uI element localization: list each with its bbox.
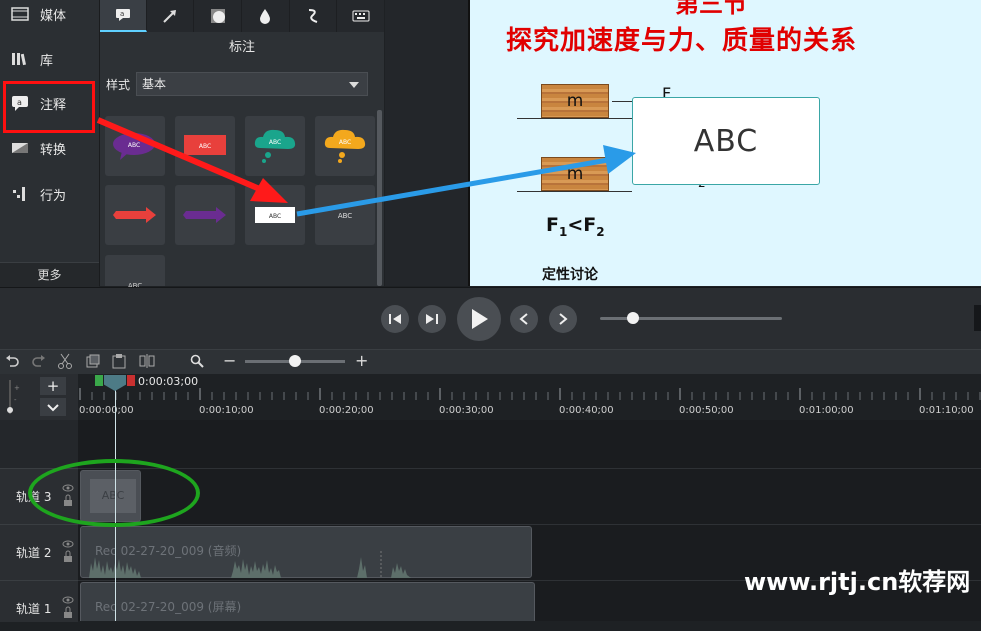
zoom-in-button[interactable]: +	[355, 351, 368, 370]
blue-arrow	[296, 157, 609, 217]
track-row-3[interactable]	[78, 468, 981, 525]
track-header-2[interactable]: 轨道 2	[0, 524, 78, 581]
add-track-button[interactable]: +	[40, 377, 66, 395]
tick-label: 0:01:10;00	[919, 405, 974, 416]
panel-edge	[974, 305, 981, 331]
zoom-search-icon	[190, 354, 204, 368]
step-forward-icon	[426, 314, 438, 324]
zoom-slider-handle[interactable]	[289, 355, 301, 367]
screen-clip[interactable]: Rec 02-27-20_009 (屏幕)	[80, 582, 535, 621]
copy-icon[interactable]	[86, 354, 100, 368]
track-header-1[interactable]: 轨道 1	[0, 580, 78, 622]
previous-marker-button[interactable]	[510, 305, 538, 333]
chevron-right-icon	[559, 313, 568, 325]
zoom-out-button[interactable]: −	[223, 351, 236, 370]
empty-track-header	[0, 420, 78, 468]
eye-lock-icon[interactable]	[62, 595, 74, 621]
timeline-controls: + - +	[0, 374, 78, 420]
tick-label: 0:01:00;00	[799, 405, 854, 416]
red-arrow	[96, 117, 264, 193]
tick-label: 0:00:00;00	[79, 405, 134, 416]
track-name: 轨道 1	[16, 602, 52, 616]
eye-lock-icon[interactable]	[62, 539, 74, 565]
track-name: 轨道 2	[16, 546, 52, 560]
watermark: www.rjtj.cn软荐网	[744, 568, 971, 596]
selection-start-handle[interactable]	[95, 375, 103, 386]
tick-label: 0:00:10;00	[199, 405, 254, 416]
highlight-ellipse	[28, 459, 200, 527]
tick-label: 0:00:40;00	[559, 405, 614, 416]
current-time: 0:00:03;00	[138, 375, 199, 388]
playback-scrubber-handle[interactable]	[627, 312, 639, 324]
tick-label: 0:00:20;00	[319, 405, 374, 416]
svg-text:+: +	[14, 384, 20, 392]
chevron-left-icon	[519, 313, 528, 325]
cut-icon[interactable]	[58, 353, 72, 369]
track-height-icon[interactable]: +-	[6, 380, 20, 414]
next-marker-button[interactable]	[549, 305, 577, 333]
audio-waveform	[89, 551, 411, 578]
collapse-tracks-button[interactable]	[40, 398, 66, 416]
svg-text:-: -	[14, 396, 17, 404]
tick-label: 0:00:50;00	[679, 405, 734, 416]
undo-icon[interactable]	[5, 354, 19, 368]
paste-icon[interactable]	[112, 353, 126, 369]
split-icon[interactable]	[139, 354, 155, 368]
redo-icon[interactable]	[32, 354, 46, 368]
clip-label: Rec 02-27-20_009 (屏幕)	[95, 600, 242, 614]
blue-arrow-head	[603, 145, 636, 174]
tick-label: 0:00:30;00	[439, 405, 494, 416]
step-back-icon	[389, 314, 401, 324]
play-button[interactable]	[457, 297, 501, 341]
audio-clip[interactable]: Rec 02-27-20_009 (音频)	[80, 526, 532, 578]
step-forward-button[interactable]	[418, 305, 446, 333]
step-back-button[interactable]	[381, 305, 409, 333]
play-icon	[472, 309, 488, 329]
selection-end-handle[interactable]	[127, 375, 135, 386]
chevron-down-icon	[47, 404, 59, 412]
